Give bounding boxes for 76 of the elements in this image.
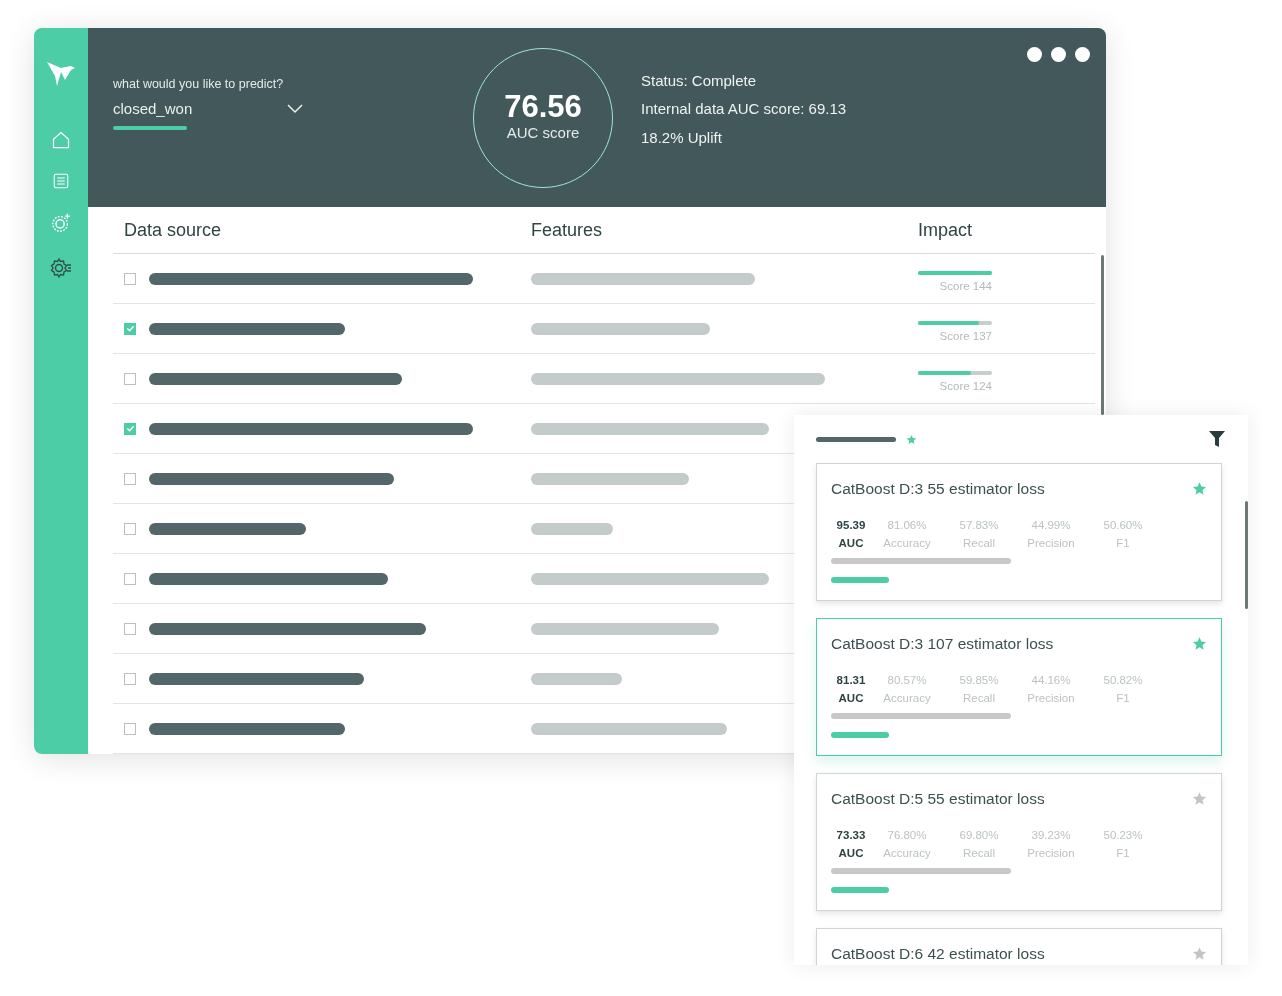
metric-value: 95.39: [836, 518, 866, 534]
metric-label: Recall: [963, 536, 995, 552]
metric-label: Accuracy: [883, 536, 931, 552]
metric-label: AUC: [838, 846, 864, 862]
metric-value: 39.23%: [1031, 828, 1071, 844]
row-checkbox[interactable]: [124, 272, 136, 285]
star-icon[interactable]: [1192, 946, 1207, 962]
predict-label: what would you like to predict?: [113, 75, 285, 93]
model-card[interactable]: CatBoost D:3 55 estimator loss 95.39 AUC 81.06% Accuracy 57.83% Recall 44.99% Precision 50.60% F1: [816, 463, 1222, 601]
chevron-down-icon: [287, 103, 303, 114]
metric-label: AUC: [838, 691, 864, 707]
metric-label: Recall: [963, 691, 995, 707]
target-icon[interactable]: [50, 212, 72, 234]
impact-score: Score 137: [939, 329, 992, 345]
metric-label: F1: [1116, 846, 1130, 862]
progress-accent-bar: [831, 732, 889, 739]
row-checkbox[interactable]: [124, 572, 136, 585]
column-header: Impact: [918, 218, 973, 242]
metric-value: 80.57%: [887, 673, 927, 689]
metric-label: Accuracy: [883, 691, 931, 707]
metric-value: 81.31: [836, 673, 866, 689]
row-checkbox[interactable]: [124, 522, 136, 535]
metric-label: AUC: [838, 536, 864, 552]
metric-value: 44.16%: [1031, 673, 1071, 689]
metric-value: 76.80%: [887, 828, 927, 844]
filter-icon[interactable]: [1208, 430, 1226, 448]
score-value: 76.56: [504, 90, 582, 122]
column-header: Data source: [123, 218, 223, 242]
predict-dropdown[interactable]: closed_won: [113, 97, 303, 121]
metric-value: 50.60%: [1103, 518, 1143, 534]
metric-value: 57.83%: [959, 518, 999, 534]
star-icon[interactable]: [906, 433, 917, 445]
metric-value: 73.33: [836, 828, 866, 844]
metric-value: 50.82%: [1103, 673, 1143, 689]
model-title: CatBoost D:3 107 estimator loss: [831, 634, 1054, 654]
settings-icon[interactable]: [49, 256, 73, 280]
row-checkbox[interactable]: [124, 722, 136, 735]
list-icon[interactable]: [52, 172, 70, 190]
model-title: CatBoost D:6 42 estimator loss: [831, 944, 1045, 964]
metric-label: F1: [1116, 691, 1130, 707]
row-checkbox[interactable]: [124, 622, 136, 635]
progress-accent-bar: [831, 577, 889, 584]
star-icon[interactable]: [1192, 481, 1207, 497]
status-line: Internal data AUC score: 69.13: [641, 99, 847, 120]
row-checkbox[interactable]: [124, 672, 136, 685]
metric-label: Precision: [1027, 536, 1075, 552]
metric-value: 69.80%: [959, 828, 999, 844]
score-label: AUC score: [506, 122, 580, 143]
column-header: Features: [531, 218, 604, 242]
progress-accent-bar: [831, 887, 889, 894]
row-checkbox[interactable]: [124, 322, 136, 335]
row-checkbox[interactable]: [124, 472, 136, 485]
row-checkbox[interactable]: [124, 422, 136, 435]
model-card[interactable]: CatBoost D:6 42 estimator loss: [816, 928, 1222, 965]
more-menu-icon[interactable]: [1027, 47, 1090, 62]
model-title: CatBoost D:5 55 estimator loss: [831, 789, 1045, 809]
model-card[interactable]: CatBoost D:5 55 estimator loss 73.33 AUC 76.80% Accuracy 69.80% Recall 39.23% Precision 50.23% F1: [816, 773, 1222, 911]
metric-value: 59.85%: [959, 673, 999, 689]
star-icon[interactable]: [1192, 636, 1207, 652]
row-checkbox[interactable]: [124, 372, 136, 385]
status-line: 18.2% Uplift: [641, 127, 723, 148]
metric-label: Recall: [963, 846, 995, 862]
metric-label: F1: [1116, 536, 1130, 552]
metric-value: 44.99%: [1031, 518, 1071, 534]
metric-label: Precision: [1027, 691, 1075, 707]
star-icon[interactable]: [1192, 791, 1207, 807]
impact-score: Score 144: [939, 279, 992, 295]
metric-label: Precision: [1027, 846, 1075, 862]
metric-value: 81.06%: [887, 518, 927, 534]
status-line: Status: Complete: [641, 70, 758, 91]
home-icon[interactable]: [51, 130, 71, 150]
model-title: CatBoost D:3 55 estimator loss: [831, 479, 1045, 499]
metric-label: Accuracy: [883, 846, 931, 862]
metric-value: 50.23%: [1103, 828, 1143, 844]
model-card[interactable]: CatBoost D:3 107 estimator loss 81.31 AUC 80.57% Accuracy 59.85% Recall 44.16% Precision 50.82% F1: [816, 618, 1222, 756]
impact-score: Score 124: [939, 379, 992, 395]
